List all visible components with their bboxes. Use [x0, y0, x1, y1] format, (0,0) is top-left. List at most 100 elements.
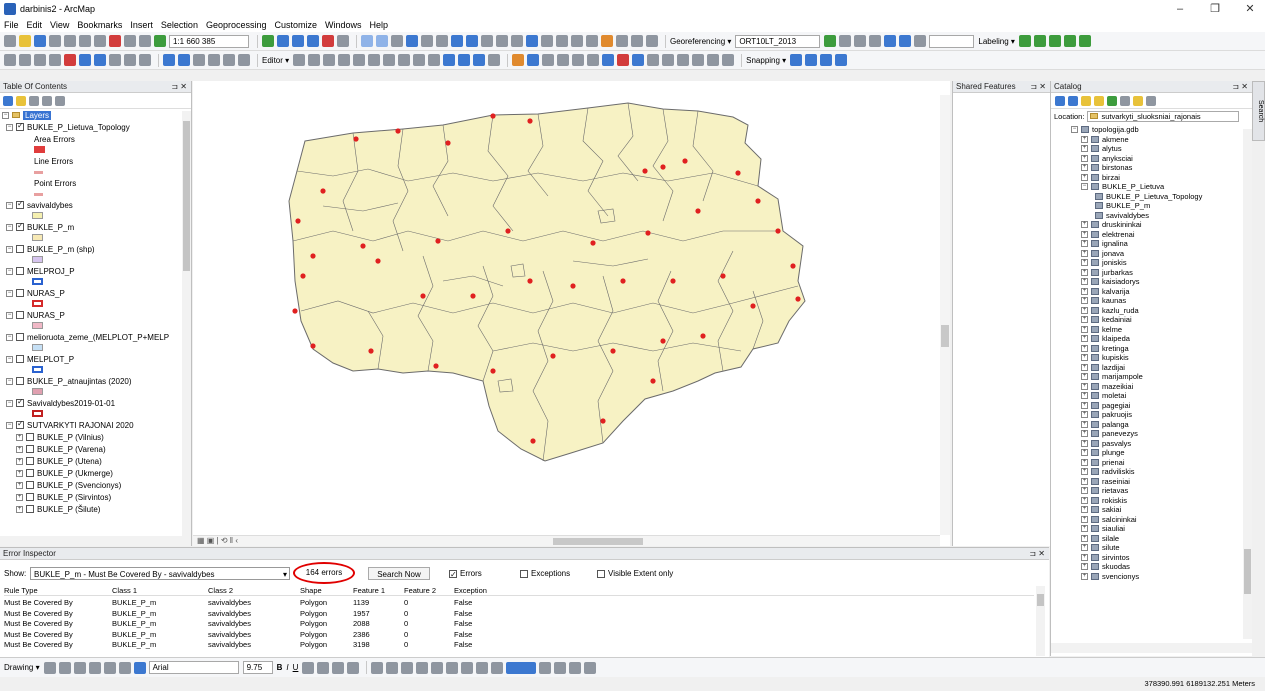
topology-error-marker[interactable]: [682, 158, 688, 164]
view-unplaced-labels-icon[interactable]: [1063, 35, 1076, 47]
font-dropdown[interactable]: Arial: [148, 661, 239, 674]
expand-toggle[interactable]: +: [1081, 335, 1088, 342]
catalog-feature-class[interactable]: savivaldybes: [1095, 211, 1149, 220]
exceptions-checkbox-row[interactable]: Exceptions: [520, 567, 570, 580]
font-size-dropdown[interactable]: 9.75: [242, 661, 273, 674]
merge-icon[interactable]: [124, 54, 136, 66]
expand-toggle[interactable]: +: [1081, 154, 1088, 162]
toc-layer-row[interactable]: − Savivaldybes2019-01-01: [6, 397, 115, 409]
topology-error-marker[interactable]: [660, 338, 666, 344]
data-view-icon[interactable]: [178, 54, 190, 66]
zoom-in-icon[interactable]: [361, 35, 373, 47]
georef-tool-icon[interactable]: [446, 661, 459, 674]
new-displacement-link-icon[interactable]: [542, 54, 555, 66]
attribute-transfer-icon[interactable]: [617, 54, 630, 66]
layer-visibility-checkbox[interactable]: [16, 199, 24, 209]
errors-checkbox[interactable]: [449, 568, 457, 581]
reshape-icon[interactable]: [238, 54, 250, 66]
toc-layer-row[interactable]: + BUKLE_P (Svencionys): [16, 479, 121, 491]
image-tool-icon[interactable]: [569, 661, 582, 674]
catalog-feature-dataset[interactable]: + jonava: [1081, 249, 1124, 258]
expand-toggle[interactable]: +: [1081, 420, 1088, 428]
topology-error-marker[interactable]: [570, 283, 576, 289]
column-header[interactable]: Exception: [454, 586, 487, 596]
fixed-zoom-out-icon[interactable]: [436, 35, 448, 47]
expand-toggle[interactable]: +: [1081, 259, 1088, 266]
label-priority-icon[interactable]: [1078, 35, 1091, 47]
collapse-toggle[interactable]: −: [6, 267, 13, 275]
expand-toggle[interactable]: +: [16, 445, 23, 453]
toc-options-icon[interactable]: [55, 95, 65, 106]
layout-view-icon[interactable]: [163, 54, 175, 66]
map-scale-field[interactable]: 1:1 660 385: [169, 34, 249, 48]
column-header[interactable]: Rule Type: [4, 586, 38, 596]
list-by-selection-icon[interactable]: [42, 95, 52, 106]
catalog-feature-dataset[interactable]: + siauliai: [1081, 524, 1125, 533]
expand-toggle[interactable]: +: [1081, 382, 1088, 390]
legend-swatch[interactable]: [32, 212, 43, 219]
catalog-feature-class[interactable]: BUKLE_P_Lietuva_Topology: [1095, 192, 1202, 201]
catalog-feature-dataset[interactable]: + joniskis: [1081, 258, 1127, 267]
toc-layer-row[interactable]: + BUKLE_P (Vilnius): [16, 431, 104, 443]
table-row[interactable]: Must Be Covered By BUKLE_P_m savivaldybes P…: [4, 609, 1034, 619]
edge-snapping-icon[interactable]: [835, 54, 848, 66]
edit-annotation-icon[interactable]: [308, 54, 321, 66]
topology-error-marker[interactable]: [650, 378, 656, 384]
expand-toggle[interactable]: +: [1081, 534, 1088, 542]
layer-visibility-checkbox[interactable]: [26, 433, 34, 441]
search-now-button[interactable]: Search Now: [368, 567, 430, 580]
column-header[interactable]: Class 2: [208, 586, 233, 596]
toc-layer-row[interactable]: + BUKLE_P (Utena): [16, 455, 102, 467]
georeferencing-layer-dropdown[interactable]: ORT10LT_2013: [735, 34, 821, 48]
show-rule-dropdown[interactable]: BUKLE_P_m - Must Be Covered By - savival…: [30, 567, 290, 580]
collapse-toggle[interactable]: −: [2, 111, 9, 119]
expand-toggle[interactable]: +: [1081, 363, 1088, 371]
select-elements-icon[interactable]: [511, 35, 523, 47]
validate-topology-icon[interactable]: [64, 54, 76, 66]
toc-layer-row[interactable]: − NURAS_P: [6, 309, 65, 321]
toggle-contents-icon[interactable]: [1133, 95, 1143, 106]
expand-toggle[interactable]: +: [1081, 572, 1088, 580]
legend-swatch[interactable]: [32, 256, 43, 263]
construct-features-icon[interactable]: [139, 54, 151, 66]
catalog-feature-dataset[interactable]: + panevezys: [1081, 429, 1138, 438]
expand-toggle[interactable]: +: [1081, 496, 1088, 504]
catalog-feature-dataset[interactable]: + elektrenai: [1081, 230, 1135, 239]
legend-swatch[interactable]: [32, 278, 43, 285]
toc-layer-row[interactable]: − NURAS_P: [6, 287, 65, 299]
topology-error-marker[interactable]: [292, 308, 298, 314]
layer-visibility-checkbox[interactable]: [16, 121, 24, 131]
view-link-table-icon[interactable]: [884, 35, 897, 47]
create-features-icon[interactable]: [473, 54, 486, 66]
time-slider-icon[interactable]: [631, 35, 643, 47]
topology-error-marker[interactable]: [590, 240, 596, 246]
layer-visibility-checkbox[interactable]: [26, 493, 34, 501]
paste-icon[interactable]: [94, 35, 106, 47]
catalog-geodatabase[interactable]: − topologija.gdb: [1071, 125, 1139, 134]
viewer-icon[interactable]: [899, 35, 912, 47]
add-control-points-icon[interactable]: [869, 35, 882, 47]
topology-error-marker[interactable]: [320, 188, 326, 194]
catalog-feature-dataset[interactable]: + svencionys: [1081, 572, 1139, 581]
hyperlink-icon[interactable]: [541, 35, 553, 47]
column-header[interactable]: Feature 2: [404, 586, 436, 596]
html-popup-icon[interactable]: [556, 35, 568, 47]
error-inspector-icon[interactable]: [94, 54, 106, 66]
up-level-icon[interactable]: [1081, 95, 1091, 106]
topology-error-marker[interactable]: [300, 273, 306, 279]
create-viewer-window-icon[interactable]: [646, 35, 658, 47]
fixed-zoom-in-icon[interactable]: [421, 35, 433, 47]
topology-error-marker[interactable]: [755, 198, 761, 204]
expand-toggle[interactable]: +: [1081, 563, 1088, 570]
drawing-menu[interactable]: Drawing ▾: [4, 663, 40, 672]
catalog-feature-dataset[interactable]: + pagegiai: [1081, 401, 1130, 410]
clear-selection-icon[interactable]: [496, 35, 508, 47]
validate-extent-icon[interactable]: [109, 54, 121, 66]
legend-swatch[interactable]: [32, 300, 43, 307]
image-tool-icon[interactable]: [554, 661, 567, 674]
expand-toggle[interactable]: +: [1081, 515, 1088, 523]
menu-file[interactable]: File: [4, 20, 19, 30]
topology-error-marker[interactable]: [310, 343, 316, 349]
lithuania-municipalities-map[interactable]: [193, 81, 950, 546]
topology-tool-icon[interactable]: [4, 54, 16, 66]
